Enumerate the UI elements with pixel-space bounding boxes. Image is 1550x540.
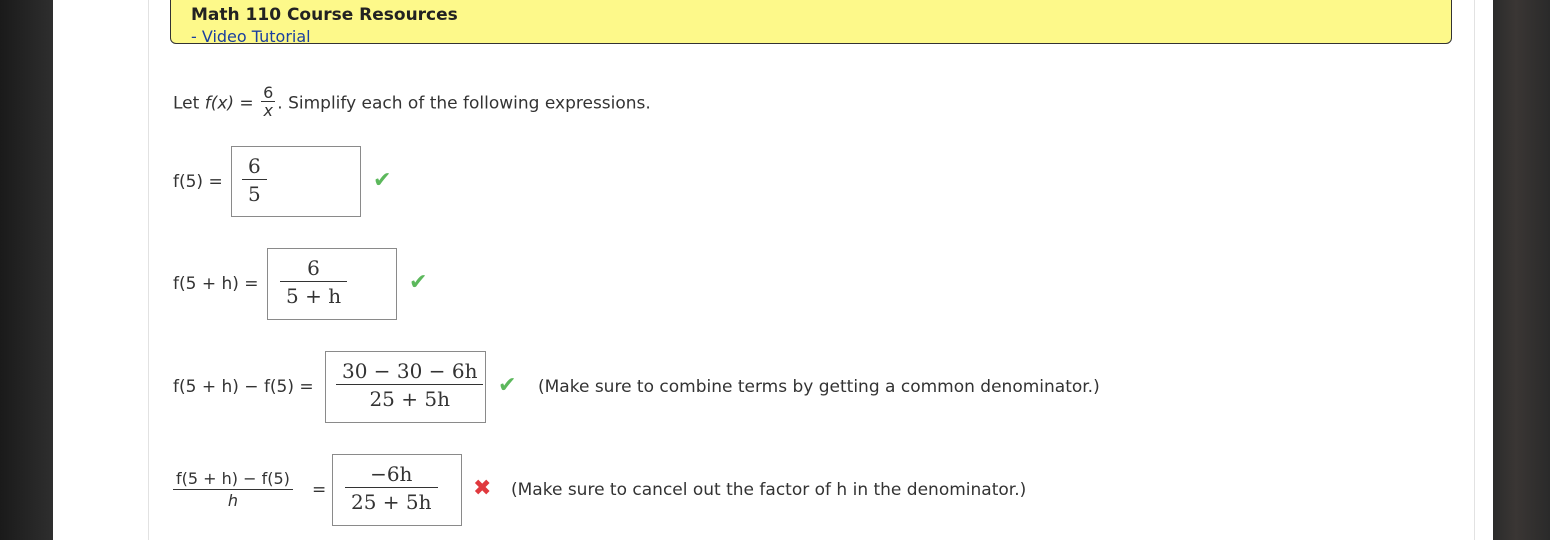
prompt-numerator: 6 (261, 83, 276, 102)
item-2-answer-field[interactable]: 6 5 + h (267, 248, 397, 320)
right-dark-margin (1493, 0, 1550, 540)
item-3-answer-field[interactable]: 30 − 30 − 6h 25 + 5h (325, 351, 486, 423)
resources-title: Math 110 Course Resources (191, 5, 458, 25)
item-2-answer: 6 5 + h (280, 255, 348, 310)
item-4-answer-field[interactable]: −6h 25 + 5h (332, 454, 462, 526)
item-1-denominator: 5 (248, 182, 261, 206)
left-dark-margin (0, 0, 53, 540)
prompt-equals: = (234, 93, 260, 114)
item-4-hint: (Make sure to cancel out the factor of h… (511, 480, 1027, 500)
prompt-denominator: x (263, 101, 273, 120)
item-1-answer-field[interactable]: 6 5 (231, 146, 361, 217)
prompt-function: f(x) (204, 93, 235, 114)
question-prompt: Let f(x) = 6x. Simplify each of the foll… (173, 83, 651, 121)
item-2-denominator: 5 + h (286, 284, 342, 308)
item-1-answer: 6 5 (242, 153, 267, 208)
item-3-denominator: 25 + 5h (369, 387, 450, 411)
prompt-fraction: 6x (261, 83, 276, 120)
left-divider (148, 0, 149, 540)
item-4-numerator: −6h (345, 461, 438, 488)
video-tutorial-link[interactable]: - Video Tutorial (191, 27, 311, 46)
item-4-denominator: 25 + 5h (351, 490, 432, 514)
item-3-correct-check-icon: ✔ (498, 373, 517, 398)
right-divider (1474, 0, 1475, 540)
item-4-label-denominator: h (227, 491, 239, 510)
item-4-label: f(5 + h) − f(5) h (173, 469, 293, 512)
item-1-label: f(5) = (173, 172, 223, 192)
item-1-correct-check-icon: ✔ (373, 168, 392, 193)
item-4-answer: −6h 25 + 5h (345, 461, 438, 516)
prompt-suffix: . Simplify each of the following express… (277, 93, 651, 114)
item-3-numerator: 30 − 30 − 6h (336, 358, 484, 385)
item-3-hint: (Make sure to combine terms by getting a… (538, 377, 1100, 397)
item-2-numerator: 6 (280, 255, 348, 282)
item-4-label-numerator: f(5 + h) − f(5) (173, 469, 293, 490)
item-2-correct-check-icon: ✔ (409, 270, 428, 295)
item-3-label: f(5 + h) − f(5) = (173, 377, 314, 397)
course-resources-banner: Math 110 Course Resources - Video Tutori… (170, 0, 1452, 46)
item-2-label: f(5 + h) = (173, 274, 259, 294)
prompt-prefix: Let (173, 93, 205, 114)
item-4-incorrect-x-icon: ✖ (473, 476, 492, 501)
item-1-numerator: 6 (242, 153, 267, 180)
item-3-answer: 30 − 30 − 6h 25 + 5h (336, 358, 484, 413)
item-4-equals: = (312, 480, 327, 500)
